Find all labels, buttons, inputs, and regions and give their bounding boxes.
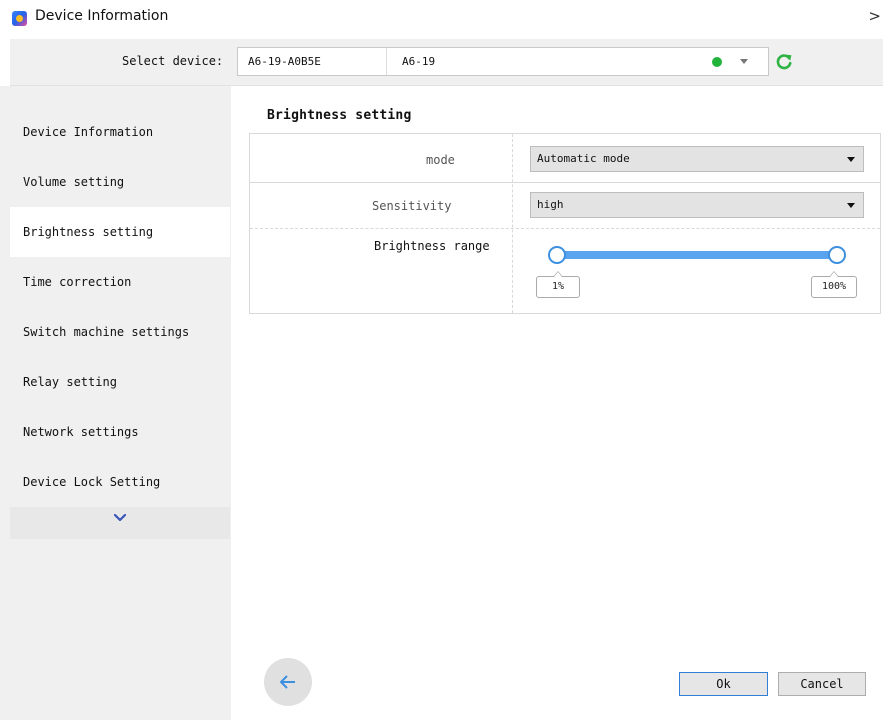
dropdown-arrow-icon	[847, 203, 855, 208]
dropdown-arrow-icon	[847, 157, 855, 162]
mode-label: mode	[426, 153, 455, 167]
chevron-down-icon[interactable]	[114, 514, 126, 522]
sidebar-item-label: Switch machine settings	[23, 325, 190, 339]
mode-value: Automatic mode	[537, 152, 630, 165]
sidebar-item-volume-setting[interactable]: Volume setting	[10, 157, 230, 207]
refresh-icon[interactable]	[774, 52, 794, 72]
mode-dropdown[interactable]: Automatic mode	[530, 146, 864, 172]
back-button[interactable]	[264, 658, 312, 706]
sidebar-item-label: Device Lock Setting	[23, 475, 161, 489]
sidebar-item-label: Volume setting	[23, 175, 125, 189]
cancel-button[interactable]: Cancel	[778, 672, 866, 696]
online-status-icon	[712, 57, 722, 67]
device-dropdown[interactable]: A6-19-A0B5E A6-19	[237, 47, 769, 76]
sensitivity-label: Sensitivity	[372, 199, 452, 213]
arrow-left-icon	[280, 675, 295, 689]
dropdown-caret-icon[interactable]	[740, 59, 748, 64]
settings-sidebar: Device Information Volume setting Bright…	[0, 86, 231, 720]
brightness-max-handle[interactable]	[828, 246, 846, 264]
brightness-min-handle[interactable]	[548, 246, 566, 264]
sidebar-item-time-correction[interactable]: Time correction	[10, 257, 230, 307]
sidebar-scroll-more[interactable]	[10, 507, 230, 539]
sidebar-item-label: Network settings	[23, 425, 139, 439]
sidebar-item-device-lock-setting[interactable]: Device Lock Setting	[10, 457, 230, 507]
sensitivity-dropdown[interactable]: high	[530, 192, 864, 218]
row-divider	[250, 228, 880, 229]
brightness-settings-table: mode Automatic mode Sensitivity high Bri…	[249, 133, 881, 314]
sidebar-item-device-information[interactable]: Device Information	[10, 107, 230, 157]
brightness-range-label: Brightness range	[374, 239, 490, 253]
ok-button[interactable]: Ok	[679, 672, 768, 696]
brightness-max-tooltip: 100%	[811, 271, 857, 298]
device-divider	[386, 48, 387, 75]
sidebar-item-label: Time correction	[23, 275, 132, 289]
window-title: Device Information	[35, 8, 169, 24]
sensitivity-value: high	[537, 198, 564, 211]
close-icon[interactable]: >	[868, 7, 881, 25]
sidebar-item-label: Brightness setting	[23, 225, 154, 239]
brightness-min-tooltip: 1%	[536, 271, 580, 298]
sidebar-item-brightness-setting[interactable]: Brightness setting	[10, 207, 230, 257]
brightness-range-track[interactable]	[556, 251, 836, 259]
app-icon	[12, 11, 27, 26]
device-name: A6-19	[402, 55, 436, 68]
page-title: Brightness setting	[267, 108, 412, 123]
sidebar-item-network-settings[interactable]: Network settings	[10, 407, 230, 457]
select-device-label: Select device:	[122, 54, 224, 68]
sidebar-item-label: Device Information	[23, 125, 154, 139]
sidebar-item-relay-setting[interactable]: Relay setting	[10, 357, 230, 407]
sidebar-item-switch-machine-settings[interactable]: Switch machine settings	[10, 307, 230, 357]
title-bar: Device Information >	[0, 0, 883, 36]
device-id: A6-19-A0B5E	[248, 55, 321, 68]
device-selector-bar: Select device: A6-19-A0B5E A6-19	[10, 39, 883, 86]
column-divider	[512, 134, 513, 313]
sidebar-item-label: Relay setting	[23, 375, 117, 389]
row-divider	[250, 182, 880, 183]
